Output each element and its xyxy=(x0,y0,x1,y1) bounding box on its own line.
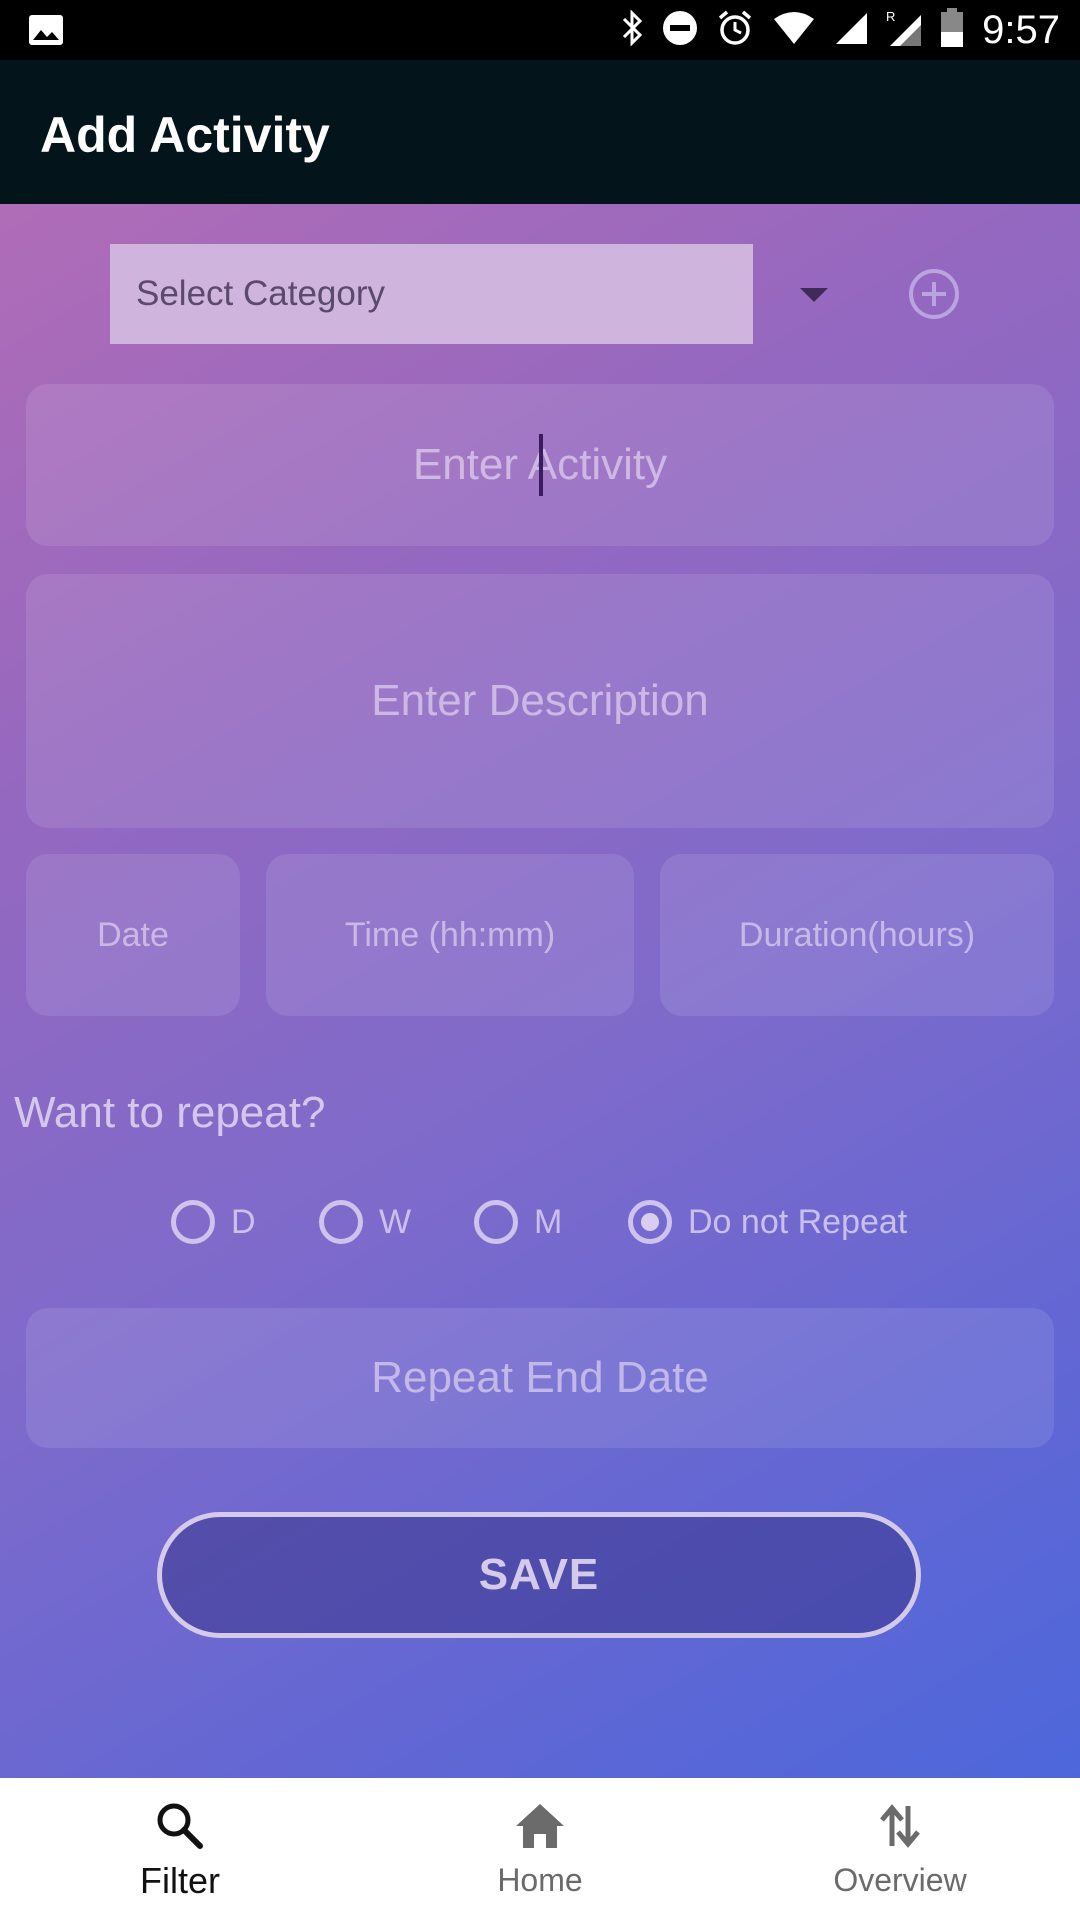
repeat-weekly-radio[interactable]: W xyxy=(319,1200,411,1244)
roaming-signal-icon: R xyxy=(886,9,922,52)
duration-placeholder: Duration(hours) xyxy=(738,915,976,954)
date-placeholder: Date xyxy=(97,915,169,954)
add-activity-form: Select Category Enter Activity Enter Des… xyxy=(0,204,1080,1778)
add-category-icon[interactable] xyxy=(908,268,960,320)
text-cursor xyxy=(539,434,543,496)
svg-text:R: R xyxy=(886,9,895,24)
repeat-radio-group: D W M Do not Repeat xyxy=(0,1194,1080,1250)
date-input[interactable]: Date xyxy=(26,854,240,1016)
do-not-disturb-icon xyxy=(662,10,698,51)
do-not-repeat-radio[interactable]: Do not Repeat xyxy=(628,1200,907,1244)
radio-circle[interactable] xyxy=(474,1200,518,1244)
bluetooth-icon xyxy=(620,8,644,51)
swap-vertical-icon xyxy=(870,1796,930,1856)
nav-overview[interactable]: Overview xyxy=(780,1778,1020,1920)
clock-time: 9:57 xyxy=(982,7,1060,52)
alarm-icon xyxy=(716,9,754,52)
description-input[interactable]: Enter Description xyxy=(26,574,1054,828)
wifi-icon xyxy=(772,11,816,50)
save-button[interactable]: SAVE xyxy=(157,1512,921,1638)
home-icon xyxy=(510,1796,570,1856)
time-placeholder: Time (hh:mm) xyxy=(344,915,556,954)
repeat-question: Want to repeat? xyxy=(14,1088,326,1137)
nav-filter-label: Filter xyxy=(140,1860,220,1901)
search-icon xyxy=(150,1796,210,1856)
time-input[interactable]: Time (hh:mm) xyxy=(266,854,634,1016)
repeat-daily-radio[interactable]: D xyxy=(171,1200,256,1244)
category-select[interactable]: Select Category xyxy=(110,244,753,344)
description-placeholder: Enter Description xyxy=(371,676,709,725)
nav-filter[interactable]: Filter xyxy=(60,1778,300,1920)
battery-icon xyxy=(940,7,964,53)
repeat-monthly-radio[interactable]: M xyxy=(474,1200,562,1244)
bottom-navigation: Filter Home Overview xyxy=(0,1778,1080,1920)
page-title: Add Activity xyxy=(40,107,330,163)
app-bar: Add Activity xyxy=(0,60,1080,204)
radio-label: M xyxy=(534,1202,563,1241)
nav-overview-label: Overview xyxy=(833,1862,967,1898)
dropdown-arrow-icon[interactable] xyxy=(800,288,828,302)
repeat-end-date-placeholder: Repeat End Date xyxy=(371,1353,709,1402)
nav-home-label: Home xyxy=(497,1862,583,1898)
radio-circle[interactable] xyxy=(319,1200,363,1244)
repeat-end-date-input[interactable]: Repeat End Date xyxy=(26,1308,1054,1448)
radio-label: W xyxy=(379,1202,412,1241)
category-select-label: Select Category xyxy=(136,274,386,313)
duration-input[interactable]: Duration(hours) xyxy=(660,854,1054,1016)
signal-icon xyxy=(834,11,868,50)
radio-label: Do not Repeat xyxy=(688,1202,908,1241)
image-icon xyxy=(28,14,64,51)
radio-label: D xyxy=(231,1202,256,1241)
status-bar: R 9:57 xyxy=(0,0,1080,60)
radio-circle-checked[interactable] xyxy=(628,1200,672,1244)
radio-circle[interactable] xyxy=(171,1200,215,1244)
nav-home[interactable]: Home xyxy=(420,1778,660,1920)
